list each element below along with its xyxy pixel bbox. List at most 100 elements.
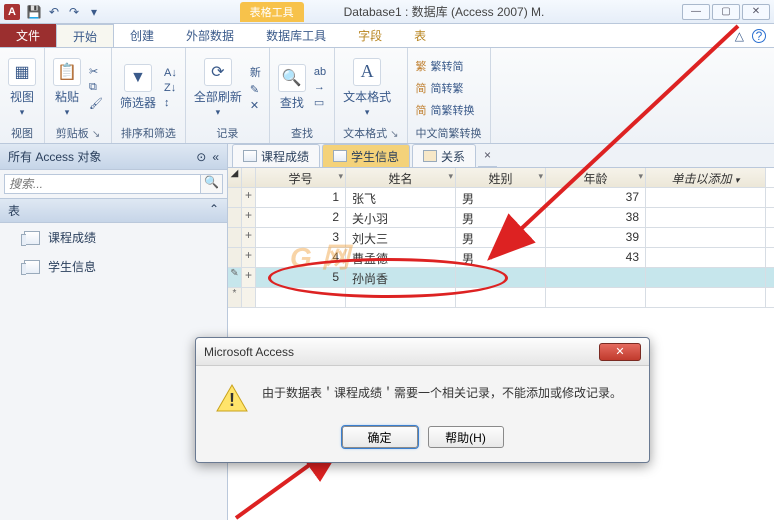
tab-table[interactable]: 表: [398, 24, 442, 47]
col-header-name[interactable]: 姓名▾: [346, 168, 456, 187]
tab-fields[interactable]: 字段: [342, 24, 398, 47]
sort-filter-group-label: 排序和筛选: [120, 123, 177, 141]
document-title: Database1 : 数据库 (Access 2007) M.: [344, 3, 545, 20]
views-group-label: 视图: [8, 123, 36, 141]
expand-icon[interactable]: +: [242, 248, 256, 267]
close-tab-button[interactable]: ×: [478, 144, 497, 167]
copy-icon: ⧉: [89, 81, 97, 94]
dialog-titlebar[interactable]: Microsoft Access ✕: [196, 338, 649, 366]
doc-tab-relations[interactable]: 关系: [412, 144, 476, 167]
chinese-conversion-group-label: 中文简繁转换: [416, 123, 482, 141]
help-button[interactable]: 帮助(H): [428, 426, 504, 448]
cut-button[interactable]: ✂: [89, 65, 103, 78]
dialog-launcher-icon[interactable]: ↘: [390, 129, 398, 140]
nav-item-course-grades[interactable]: 课程成绩: [0, 223, 227, 252]
contextual-tab-badge: 表格工具: [240, 2, 304, 22]
help-icon[interactable]: ?: [752, 29, 766, 43]
tab-database-tools[interactable]: 数据库工具: [250, 24, 342, 47]
close-button[interactable]: ✕: [742, 4, 770, 20]
text-format-button[interactable]: A文本格式▾: [343, 58, 391, 118]
traditional-to-simplified-button[interactable]: 繁 繁转简: [416, 58, 475, 74]
search-button[interactable]: 🔍: [201, 174, 223, 194]
table-icon: [333, 150, 347, 162]
chinese-conversion-button[interactable]: 简 简繁转换: [416, 102, 475, 118]
col-header-add[interactable]: 单击以添加 ▾: [646, 168, 766, 187]
col-header-age[interactable]: 年龄▾: [546, 168, 646, 187]
format-painter-button[interactable]: 🖌: [89, 97, 103, 110]
qat-more-icon[interactable]: ▾: [86, 4, 102, 20]
goto-button[interactable]: →: [314, 81, 326, 93]
minimize-ribbon-icon[interactable]: △: [735, 29, 744, 43]
expand-icon[interactable]: +: [242, 228, 256, 247]
table-row[interactable]: + 4曹孟德男43: [228, 248, 774, 268]
refresh-all-button[interactable]: ⟳全部刷新▾: [194, 58, 242, 118]
ribbon: ▦视图▾ 视图 📋粘贴▾ ✂ ⧉ 🖌 剪贴板 ↘ ▼筛选器 A↓ Z↓ ↕ 排序…: [0, 48, 774, 144]
collapse-nav-icon[interactable]: «: [212, 150, 219, 164]
filter-button[interactable]: ▼筛选器: [120, 64, 156, 111]
simplified-to-traditional-button[interactable]: 简 简转繁: [416, 80, 475, 96]
table-icon: [24, 231, 40, 245]
table-row[interactable]: + 1张飞男37: [228, 188, 774, 208]
chevron-down-icon[interactable]: ▾: [638, 171, 643, 182]
nav-section-tables[interactable]: 表 ⌃: [0, 198, 227, 223]
chevron-down-icon[interactable]: ▾: [538, 171, 543, 182]
undo-icon[interactable]: ↶: [46, 4, 62, 20]
nav-header-label: 所有 Access 对象: [8, 148, 101, 165]
table-row[interactable]: + 3刘大三男39: [228, 228, 774, 248]
nav-header[interactable]: 所有 Access 对象 ⊙ «: [0, 144, 227, 170]
nav-item-student-info[interactable]: 学生信息: [0, 252, 227, 281]
minimize-button[interactable]: —: [682, 4, 710, 20]
table-row-new[interactable]: *: [228, 288, 774, 308]
select-button[interactable]: ▭: [314, 96, 326, 109]
grid-header-row: ◢ 学号▾ 姓名▾ 姓别▾ 年龄▾ 单击以添加 ▾: [228, 168, 774, 188]
text-format-group-label: 文本格式: [343, 128, 387, 140]
nav-search: 🔍: [0, 170, 227, 198]
replace-button[interactable]: ab: [314, 66, 326, 78]
copy-button[interactable]: ⧉: [89, 81, 103, 94]
maximize-button[interactable]: ▢: [712, 4, 740, 20]
expand-icon[interactable]: +: [242, 188, 256, 207]
chevron-down-icon[interactable]: ▾: [448, 171, 453, 182]
select-all-corner[interactable]: ◢: [228, 168, 242, 187]
table-row-editing[interactable]: ✎+ 5孙尚香: [228, 268, 774, 288]
dialog-message: 由于数据表＇课程成绩＇需要一个相关记录，不能添加或修改记录。: [262, 384, 622, 402]
chevron-down-icon[interactable]: ▾: [338, 171, 343, 182]
file-tab[interactable]: 文件: [0, 24, 56, 47]
paste-button[interactable]: 📋粘贴▾: [53, 58, 81, 118]
dialog-title: Microsoft Access: [204, 345, 294, 359]
tab-create[interactable]: 创建: [114, 24, 170, 47]
navigation-pane: 所有 Access 对象 ⊙ « 🔍 表 ⌃ 课程成绩 学生信息: [0, 144, 228, 520]
table-row[interactable]: + 2关小羽男38: [228, 208, 774, 228]
col-header-id[interactable]: 学号▾: [256, 168, 346, 187]
tab-external-data[interactable]: 外部数据: [170, 24, 250, 47]
expand-icon[interactable]: +: [242, 268, 256, 287]
datasheet-grid[interactable]: ◢ 学号▾ 姓名▾ 姓别▾ 年龄▾ 单击以添加 ▾ + 1张飞男37 + 2关小…: [228, 168, 774, 308]
chevron-down-icon[interactable]: ⊙: [196, 150, 206, 164]
ok-button[interactable]: 确定: [342, 426, 418, 448]
view-button[interactable]: ▦视图▾: [8, 58, 36, 118]
tab-home[interactable]: 开始: [56, 24, 114, 47]
remove-sort-button[interactable]: ↕: [164, 97, 177, 109]
brush-icon: 🖌: [89, 97, 103, 110]
dialog-launcher-icon[interactable]: ↘: [92, 129, 100, 140]
sort-desc-button[interactable]: Z↓: [164, 82, 177, 94]
delete-record-button[interactable]: ✕: [250, 99, 261, 112]
save-record-button[interactable]: ✎: [250, 83, 261, 96]
doc-tab-student-info[interactable]: 学生信息: [322, 144, 410, 167]
new-record-button[interactable]: 新: [250, 64, 261, 80]
document-tabs: 课程成绩 学生信息 关系 ×: [228, 144, 774, 168]
col-header-gender[interactable]: 姓别▾: [456, 168, 546, 187]
expand-icon[interactable]: +: [242, 208, 256, 227]
redo-icon[interactable]: ↷: [66, 4, 82, 20]
scissors-icon: ✂: [89, 65, 98, 78]
group-chinese-conversion: 繁 繁转简 简 简转繁 简 简繁转换 中文简繁转换: [408, 48, 491, 143]
dialog-close-button[interactable]: ✕: [599, 343, 641, 361]
save-icon[interactable]: 💾: [26, 4, 42, 20]
workspace: 所有 Access 对象 ⊙ « 🔍 表 ⌃ 课程成绩 学生信息 课程成绩 学生…: [0, 144, 774, 520]
doc-tab-course-grades[interactable]: 课程成绩: [232, 144, 320, 167]
find-button[interactable]: 🔍查找: [278, 64, 306, 111]
search-input[interactable]: [4, 174, 201, 194]
clipboard-icon: 📋: [53, 58, 81, 86]
quick-access-toolbar: 💾 ↶ ↷ ▾: [26, 4, 102, 20]
sort-asc-button[interactable]: A↓: [164, 67, 177, 79]
